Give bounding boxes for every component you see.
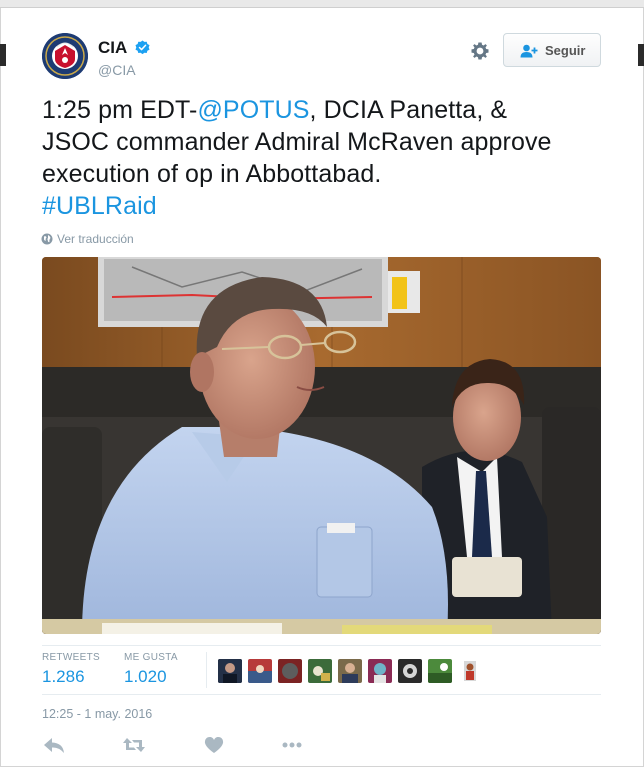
photo-scene <box>42 257 601 634</box>
tweet-text-segment: 1:25 pm EDT- <box>42 96 198 124</box>
likes-count: 1.020 <box>124 667 167 686</box>
window-top-band <box>0 0 644 8</box>
follow-button-label: Seguir <box>545 43 586 58</box>
liker-avatar-image <box>278 659 302 683</box>
hashtag-link[interactable]: #UBLRaid <box>42 190 602 222</box>
verified-badge-icon <box>135 40 150 55</box>
gear-icon[interactable] <box>470 41 490 61</box>
liker-avatar[interactable] <box>458 659 482 683</box>
stats-divider <box>206 652 207 688</box>
retweets-stat[interactable]: RETWEETS 1.286 <box>42 652 100 687</box>
reply-icon[interactable] <box>42 735 66 755</box>
add-user-icon <box>520 44 538 58</box>
retweets-label: RETWEETS <box>42 652 100 663</box>
retweet-icon[interactable] <box>122 735 146 755</box>
avatar[interactable] <box>42 33 88 79</box>
translate-link[interactable]: Ver traducción <box>41 232 134 246</box>
tweet-timestamp[interactable]: 12:25 - 1 may. 2016 <box>42 707 152 721</box>
liker-avatar-image <box>398 659 422 683</box>
liker-avatar[interactable] <box>368 659 392 683</box>
user-handle[interactable]: @CIA <box>98 62 136 78</box>
liker-avatar[interactable] <box>428 659 452 683</box>
liker-avatar-image <box>308 659 332 683</box>
liker-avatar-image <box>428 659 452 683</box>
liker-avatar-image <box>218 659 242 683</box>
tweet-text: 1:25 pm EDT-@POTUS, DCIA Panetta, & JSOC… <box>42 94 602 222</box>
likes-label: ME GUSTA <box>124 652 178 663</box>
tweet-stats: RETWEETS 1.286 ME GUSTA 1.020 <box>42 645 601 695</box>
liker-avatar[interactable] <box>398 659 422 683</box>
like-icon[interactable] <box>202 735 226 755</box>
follow-button[interactable]: Seguir <box>503 33 601 67</box>
liker-avatar[interactable] <box>278 659 302 683</box>
liker-avatar-image <box>338 659 362 683</box>
liker-avatar[interactable] <box>218 659 242 683</box>
liker-avatar[interactable] <box>338 659 362 683</box>
liker-avatar[interactable] <box>308 659 332 683</box>
tweet-text-segment: , DCIA Panetta, & <box>309 96 508 124</box>
background-edge-right <box>638 44 644 66</box>
tweet-line-3: execution of op in Abbottabad. <box>42 160 382 188</box>
cia-seal-icon <box>42 33 88 79</box>
liker-avatar[interactable] <box>248 659 272 683</box>
display-name[interactable]: CIA <box>98 38 127 58</box>
likes-stat[interactable]: ME GUSTA 1.020 <box>124 652 178 687</box>
globe-icon <box>41 233 53 245</box>
background-edge-left <box>0 44 6 66</box>
translate-label: Ver traducción <box>57 232 134 246</box>
retweets-count: 1.286 <box>42 667 85 686</box>
mention-link[interactable]: @POTUS <box>197 96 309 124</box>
tweet-line-2: JSOC commander Admiral McRaven approve <box>42 128 552 156</box>
tweet-line-1: 1:25 pm EDT-@POTUS, DCIA Panetta, & <box>42 94 602 126</box>
tweet-actions <box>42 735 342 757</box>
liker-avatar-image <box>458 659 482 683</box>
liker-avatar-image <box>248 659 272 683</box>
more-icon[interactable] <box>280 735 304 755</box>
liker-avatar-image <box>368 659 392 683</box>
tweet-photo[interactable] <box>42 257 601 634</box>
